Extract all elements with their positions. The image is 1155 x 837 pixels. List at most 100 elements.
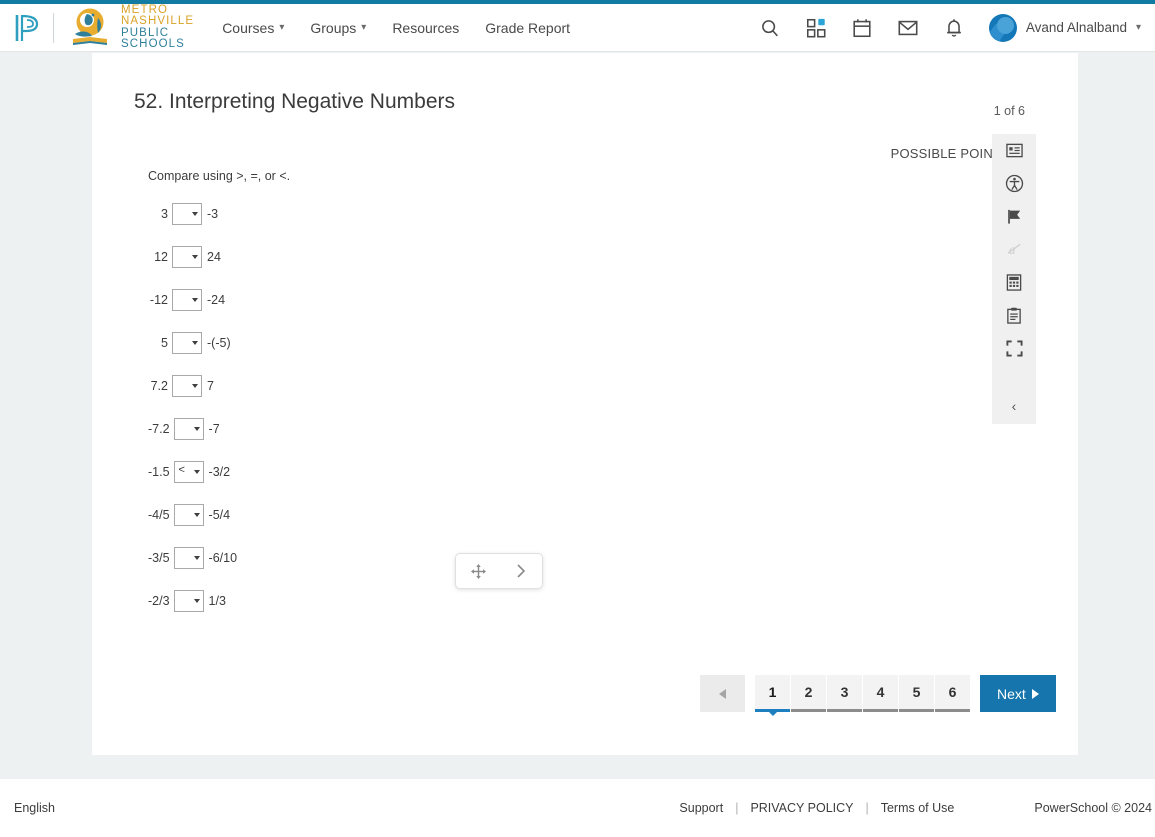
right-operand: -(-5) (207, 336, 231, 350)
mnps-emblem-icon (73, 8, 107, 45)
comparison-dropdown[interactable] (172, 289, 202, 311)
chevron-down-icon (193, 556, 200, 560)
chevron-down-icon (192, 298, 198, 302)
collapse-toolbar-button[interactable]: ‹ (992, 398, 1036, 414)
left-operand: 12 (154, 250, 168, 264)
nav-label-grade-report: Grade Report (485, 19, 571, 36)
nav-label-groups: Groups (310, 19, 357, 36)
chevron-down-icon (193, 513, 200, 517)
apps-grid-icon[interactable] (805, 17, 827, 39)
user-name-label: Avand Alnalband (1025, 20, 1127, 35)
copyright-text: PowerSchool © 2024 (1034, 801, 1152, 815)
floating-tool-widget[interactable] (455, 553, 543, 589)
comparison-dropdown[interactable] (172, 375, 202, 397)
footer-links: Support | PRIVACY POLICY | Terms of Use … (679, 801, 1155, 815)
brand-area[interactable]: METRO NASHVILLE PUBLIC SCHOOLS (0, 4, 194, 51)
main-nav: Courses ▾ Groups ▾ Resources Grade Repor… (222, 20, 570, 36)
left-operand: -3/5 (148, 551, 170, 565)
question-view-icon[interactable] (992, 134, 1036, 167)
chevron-down-icon: ▾ (1135, 22, 1141, 33)
chevron-down-icon (193, 427, 200, 431)
left-operand: 5 (161, 336, 168, 350)
search-icon[interactable] (759, 17, 781, 39)
footer-link-terms-of-use[interactable]: Terms of Use (881, 801, 955, 815)
right-operand: 1/3 (208, 594, 226, 608)
brand-divider (53, 12, 54, 43)
right-operand: -24 (207, 293, 226, 307)
comparison-dropdown[interactable] (172, 246, 202, 268)
chevron-down-icon (193, 599, 200, 603)
comparison-dropdown[interactable] (173, 504, 204, 526)
comparison-dropdown[interactable]: < (173, 461, 204, 483)
chevron-down-icon: ▾ (279, 22, 285, 33)
pagination-prev-button[interactable] (700, 675, 745, 712)
footer-link-support[interactable]: Support (679, 801, 723, 815)
nav-item-courses[interactable]: Courses ▾ (222, 20, 284, 36)
chevron-down-icon (192, 212, 198, 216)
calculator-icon[interactable] (992, 266, 1036, 299)
left-operand: -12 (149, 293, 168, 307)
right-operand: -3 (207, 207, 219, 221)
move-handle-icon[interactable] (470, 563, 487, 580)
notepad-icon[interactable] (992, 299, 1036, 332)
avatar (988, 13, 1017, 42)
pagination-page-2[interactable]: 2 (791, 675, 826, 712)
flag-icon[interactable] (992, 200, 1036, 233)
left-operand: 3 (161, 207, 168, 221)
comparison-dropdown[interactable] (172, 332, 202, 354)
calendar-icon[interactable] (851, 17, 873, 39)
nav-item-grade-report[interactable]: Grade Report (485, 20, 570, 36)
comparison-dropdown[interactable] (173, 547, 204, 569)
app-header: METRO NASHVILLE PUBLIC SCHOOLS Courses ▾… (0, 4, 1155, 52)
assessment-card: 52. Interpreting Negative Numbers 1 of 6… (92, 53, 1078, 755)
left-operand: -4/5 (148, 508, 170, 522)
table-row: -12 -24 (148, 289, 237, 311)
table-row: 12 24 (148, 246, 237, 268)
footer-link-privacy-policy[interactable]: PRIVACY POLICY (750, 801, 853, 815)
accessibility-icon[interactable] (992, 167, 1036, 200)
bell-icon[interactable] (943, 17, 965, 39)
nav-label-resources: Resources (392, 19, 460, 36)
expand-widget-button[interactable] (514, 563, 528, 579)
pagination: 1 2 3 4 5 6 Next (700, 675, 1056, 716)
nav-item-resources[interactable]: Resources (392, 20, 459, 36)
nav-item-groups[interactable]: Groups ▾ (310, 20, 366, 36)
pagination-page-1[interactable]: 1 (755, 675, 790, 716)
next-button[interactable]: Next (980, 675, 1056, 712)
answer-rows: 3 -3 12 24 -12 -24 5 -(-5) 7.2 7 -7.2 -7… (148, 203, 237, 633)
user-menu[interactable]: Avand Alnalband ▾ (988, 13, 1141, 42)
chevron-down-icon: ▾ (361, 22, 367, 33)
left-operand: -1.5 (148, 465, 170, 479)
pagination-page-5[interactable]: 5 (899, 675, 934, 712)
district-name: METRO NASHVILLE PUBLIC SCHOOLS (121, 4, 194, 51)
nav-label-courses: Courses (222, 19, 275, 36)
chevron-down-icon (192, 341, 198, 345)
mail-icon[interactable] (897, 17, 919, 39)
chevron-down-icon (193, 470, 200, 474)
comparison-dropdown[interactable] (172, 203, 202, 225)
pagination-page-3[interactable]: 3 (827, 675, 862, 712)
powerschool-logo-icon (15, 14, 39, 41)
right-operand: 7 (207, 379, 214, 393)
page-title: 52. Interpreting Negative Numbers (134, 90, 455, 113)
table-row: -1.5 < -3/2 (148, 461, 237, 483)
comparison-dropdown[interactable] (173, 418, 204, 440)
chevron-down-icon (192, 255, 198, 259)
page-footer: English Support | PRIVACY POLICY | Terms… (0, 779, 1155, 837)
tools-sidebar: a (992, 134, 1036, 424)
right-operand: -5/4 (208, 508, 231, 522)
header-actions: Avand Alnalband ▾ (759, 13, 1155, 42)
pagination-page-4[interactable]: 4 (863, 675, 898, 712)
strikethrough-icon: a (992, 233, 1036, 266)
table-row: 3 -3 (148, 203, 237, 225)
fullscreen-icon[interactable] (992, 332, 1036, 365)
language-selector[interactable]: English (14, 801, 55, 815)
instruction-text: Compare using >, =, or <. (148, 169, 291, 183)
footer-separator: | (735, 801, 739, 815)
next-button-label: Next (997, 685, 1026, 702)
comparison-dropdown[interactable] (173, 590, 204, 612)
table-row: 5 -(-5) (148, 332, 237, 354)
pagination-page-6[interactable]: 6 (935, 675, 970, 712)
triangle-left-icon (719, 688, 726, 699)
right-operand: -6/10 (208, 551, 238, 565)
